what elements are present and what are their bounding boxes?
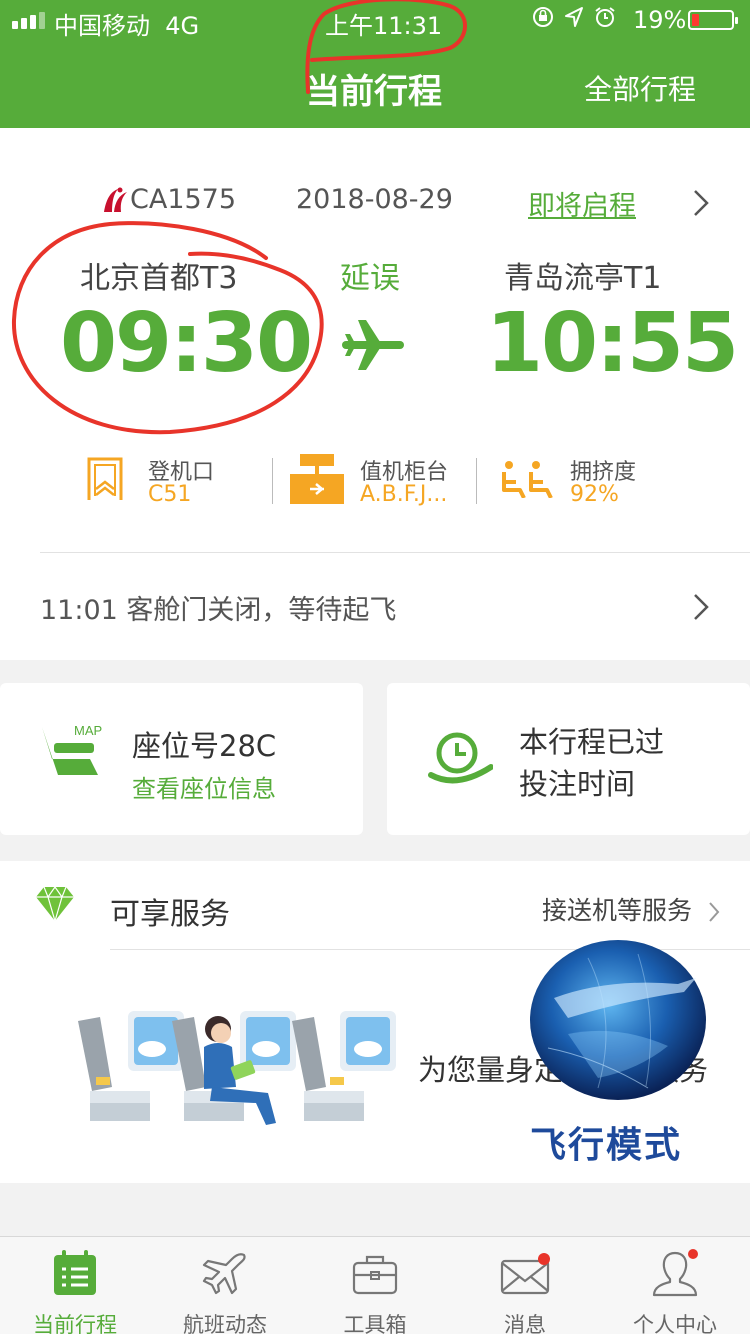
chevron-right-icon[interactable] xyxy=(692,592,710,622)
tab-label: 个人中心 xyxy=(633,1313,717,1334)
flight-info-row: 登机口 C51 值机柜台 A.B.F.J... 拥挤度 92% xyxy=(0,450,750,510)
delay-badge: 延误 xyxy=(340,261,400,296)
status-icons xyxy=(532,6,616,28)
betting-deadline-card[interactable]: 本行程已过 投注时间 xyxy=(387,683,750,835)
page-title: 当前行程 xyxy=(306,72,442,112)
tab-label: 当前行程 xyxy=(33,1313,117,1334)
divider xyxy=(272,458,273,504)
trip-status-link[interactable]: 即将启程 xyxy=(528,184,636,223)
svg-text:MAP: MAP xyxy=(74,723,102,738)
seat-map-icon: MAP xyxy=(42,723,102,775)
view-seat-info-link[interactable]: 查看座位信息 xyxy=(132,769,276,804)
transfer-services-link[interactable]: 接送机等服务 xyxy=(542,891,720,927)
diamond-icon xyxy=(36,885,74,922)
tab-profile[interactable]: 个人中心 xyxy=(600,1237,750,1334)
flight-card[interactable]: CA1575 2018-08-29 即将启程 北京首都T3 延误 青岛流亭T1 … xyxy=(0,128,750,660)
tab-bar: 当前行程 航班动态 工具箱 消息 个人中心 xyxy=(0,1236,750,1334)
cabin-illustration xyxy=(78,1011,396,1125)
checkin-counter-info: 值机柜台 A.B.F.J... xyxy=(290,450,470,510)
gate-icon xyxy=(87,457,123,500)
status-bar: 中国移动 4G 上午11:31 19% xyxy=(0,0,750,40)
carrier-name: 中国移动 4G xyxy=(54,12,200,40)
airplane-mode-globe-icon[interactable] xyxy=(528,938,708,1103)
checkin-counter-value: A.B.F.J... xyxy=(360,482,448,507)
airplane-icon xyxy=(202,1253,246,1295)
status-time: 上午11:31 xyxy=(325,12,443,40)
chevron-right-icon xyxy=(709,902,720,922)
crowd-value: 92% xyxy=(570,482,619,507)
departure-airport: 北京首都T3 xyxy=(80,261,238,296)
deadline-status: 本行程已过 投注时间 xyxy=(519,725,665,801)
all-trips-button[interactable]: 全部行程 xyxy=(584,68,696,108)
tab-messages[interactable]: 消息 xyxy=(450,1237,600,1334)
airplane-mode-label[interactable]: 飞行模式 xyxy=(530,1116,682,1168)
seat-number: 座位号28C xyxy=(132,729,277,763)
gate-info: 登机口 C51 xyxy=(86,450,266,510)
tab-current-trip[interactable]: 当前行程 xyxy=(0,1237,150,1334)
alarm-icon xyxy=(595,7,615,27)
divider xyxy=(476,458,477,504)
tab-flight-status[interactable]: 航班动态 xyxy=(150,1237,300,1334)
services-title: 可享服务 xyxy=(110,897,230,932)
tab-label: 消息 xyxy=(504,1313,546,1334)
calendar-icon xyxy=(54,1250,96,1295)
gate-value: C51 xyxy=(148,482,192,507)
chevron-right-icon[interactable] xyxy=(692,188,710,218)
battery-percent: 19% xyxy=(633,6,687,34)
notification-dot xyxy=(688,1249,698,1259)
unread-badge xyxy=(538,1253,550,1265)
arrival-airport: 青岛流亭T1 xyxy=(504,261,662,296)
departure-time: 09:30 xyxy=(60,296,313,391)
flight-progress-text[interactable]: 11:01 客舱门关闭，等待起飞 xyxy=(40,588,396,627)
flight-summary-row: CA1575 2018-08-29 即将启程 xyxy=(0,184,750,224)
toolbox-icon xyxy=(352,1255,398,1295)
tab-label: 工具箱 xyxy=(343,1313,407,1334)
tab-label: 航班动态 xyxy=(183,1313,267,1334)
seat-card[interactable]: MAP 座位号28C 查看座位信息 xyxy=(0,683,363,835)
clock-check-icon xyxy=(428,732,493,784)
airplane-icon xyxy=(342,320,404,370)
location-icon xyxy=(565,7,583,27)
signal-icon xyxy=(12,12,45,29)
flight-number: CA1575 xyxy=(130,184,237,215)
checkin-counter-icon xyxy=(290,454,344,504)
crowd-level-info: 拥挤度 92% xyxy=(500,450,660,510)
airline-logo-icon xyxy=(104,187,127,212)
seats-icon xyxy=(502,461,553,498)
battery-icon xyxy=(688,10,738,30)
rotation-lock-icon xyxy=(533,7,553,27)
arrival-time: 10:55 xyxy=(486,296,739,391)
app-header: 中国移动 4G 上午11:31 19% 当前行程 全部行程 xyxy=(0,0,750,128)
tab-toolbox[interactable]: 工具箱 xyxy=(300,1237,450,1334)
flight-date: 2018-08-29 xyxy=(296,184,453,215)
divider xyxy=(40,552,750,553)
